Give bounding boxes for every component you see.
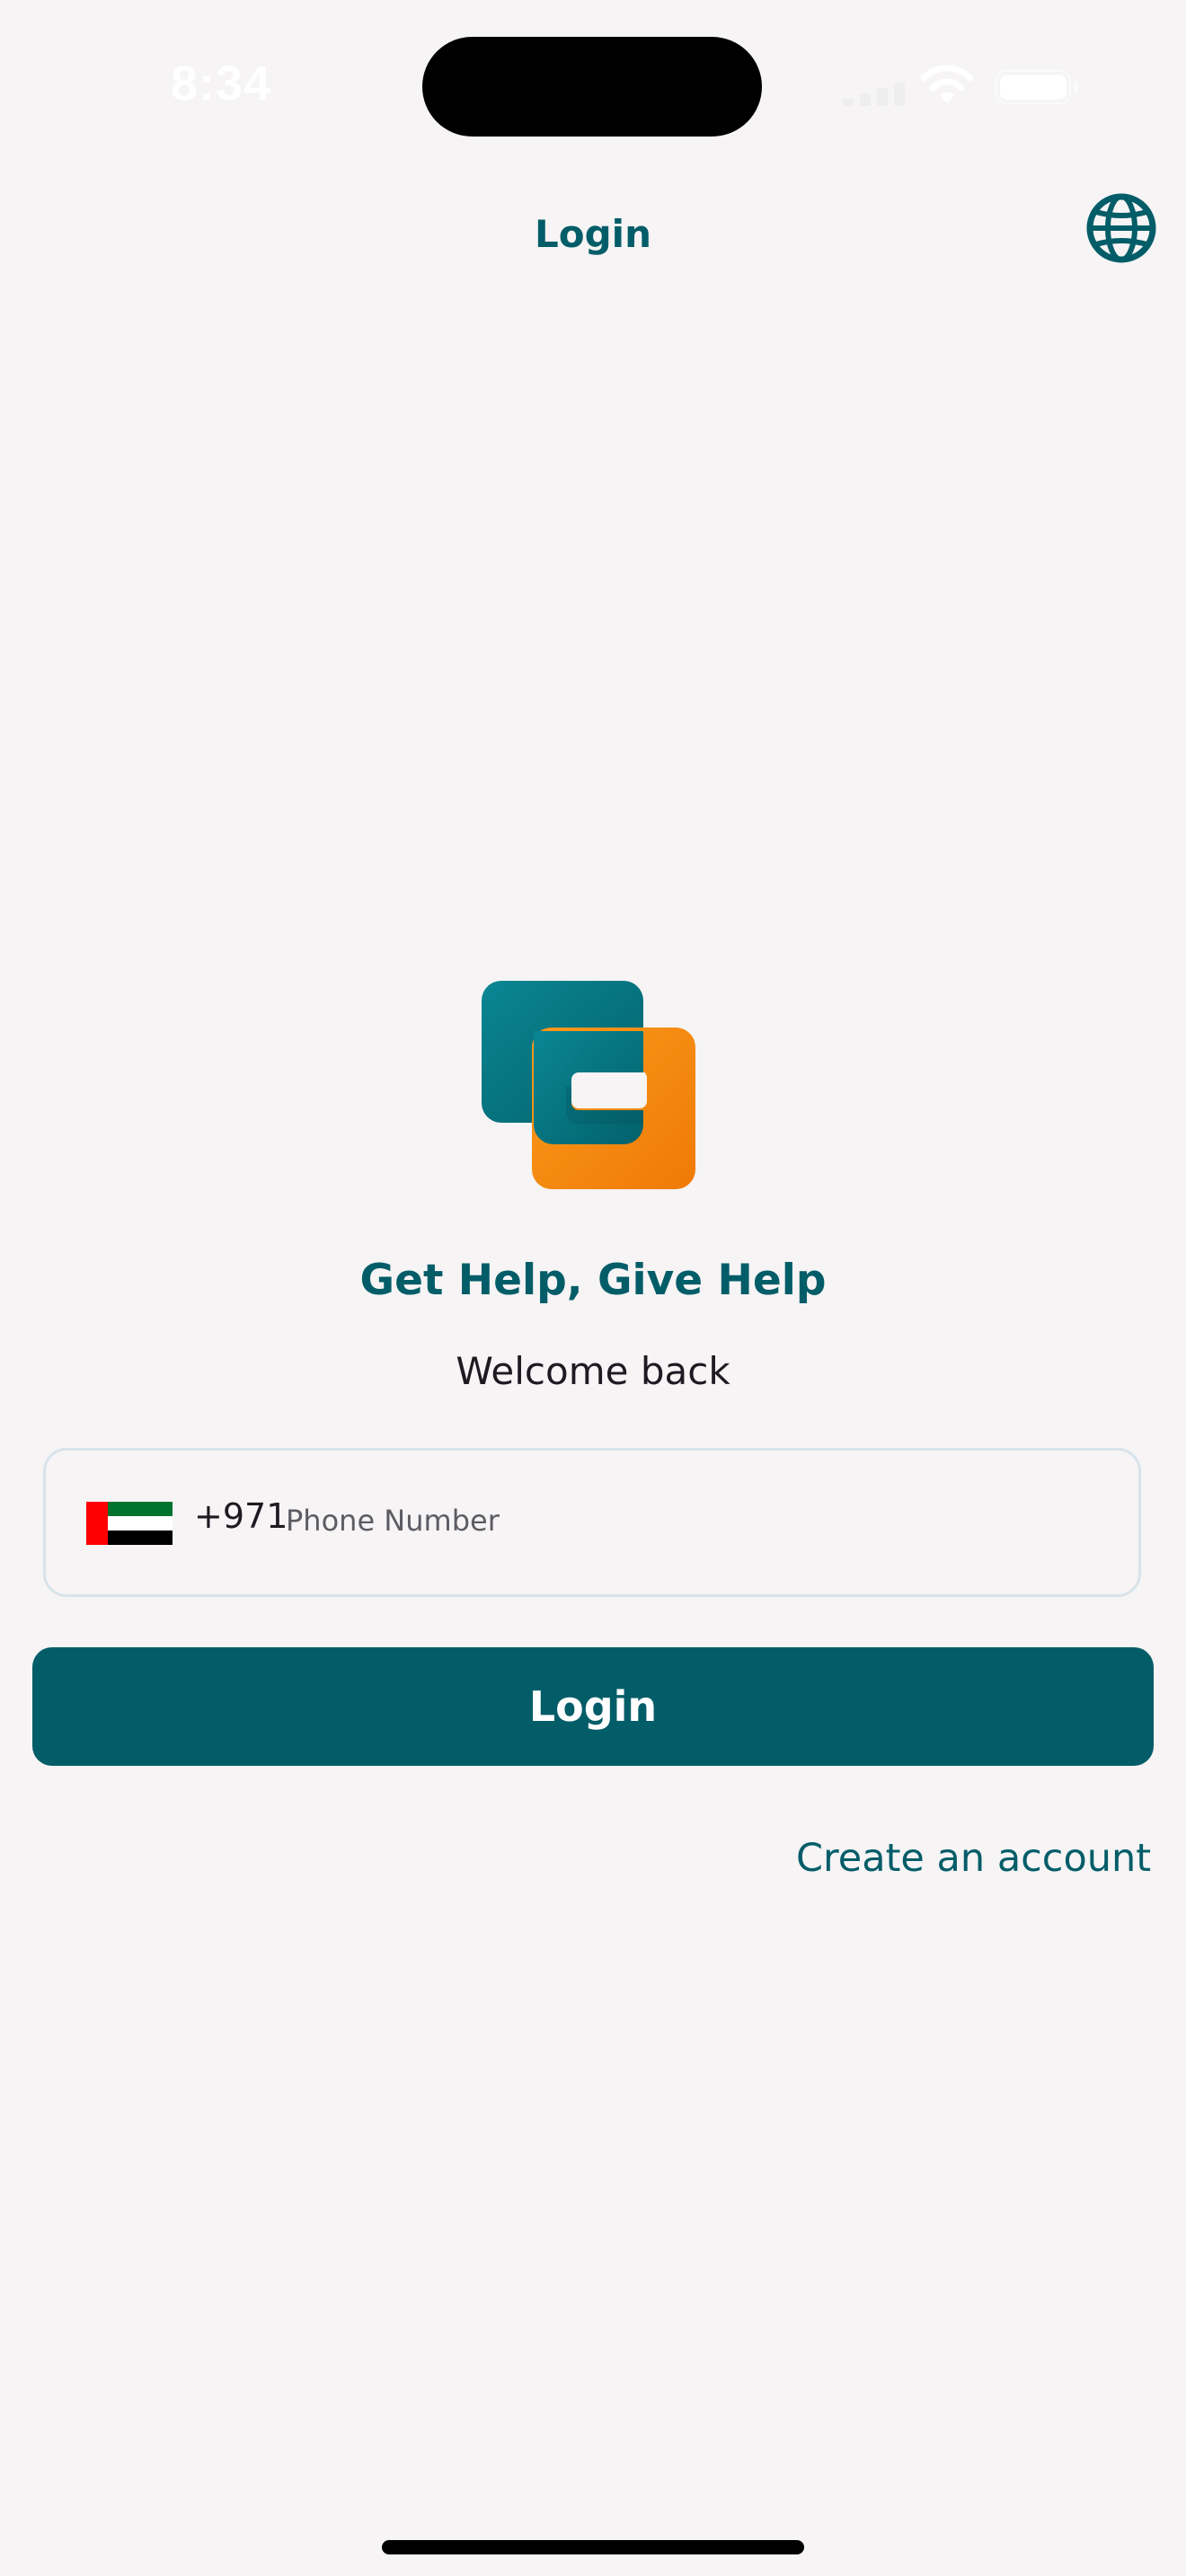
wifi-icon [920, 65, 974, 104]
status-time: 8:34 [171, 57, 272, 110]
tagline: Get Help, Give Help [359, 1256, 827, 1305]
dynamic-island [422, 37, 762, 137]
country-dial-code[interactable]: +971 [194, 1496, 288, 1536]
battery-icon [996, 70, 1078, 104]
home-indicator [382, 2540, 804, 2554]
cellular-signal-icon [843, 83, 905, 106]
page-title: Login [535, 212, 651, 256]
globe-icon[interactable] [1085, 192, 1157, 264]
phone-number-input[interactable] [286, 1491, 1094, 1550]
welcome-text: Welcome back [456, 1349, 730, 1393]
login-button[interactable]: Login [32, 1647, 1154, 1766]
uae-flag-icon[interactable] [86, 1502, 173, 1545]
create-account-link[interactable]: Create an account [796, 1836, 1151, 1881]
app-logo [482, 981, 695, 1189]
